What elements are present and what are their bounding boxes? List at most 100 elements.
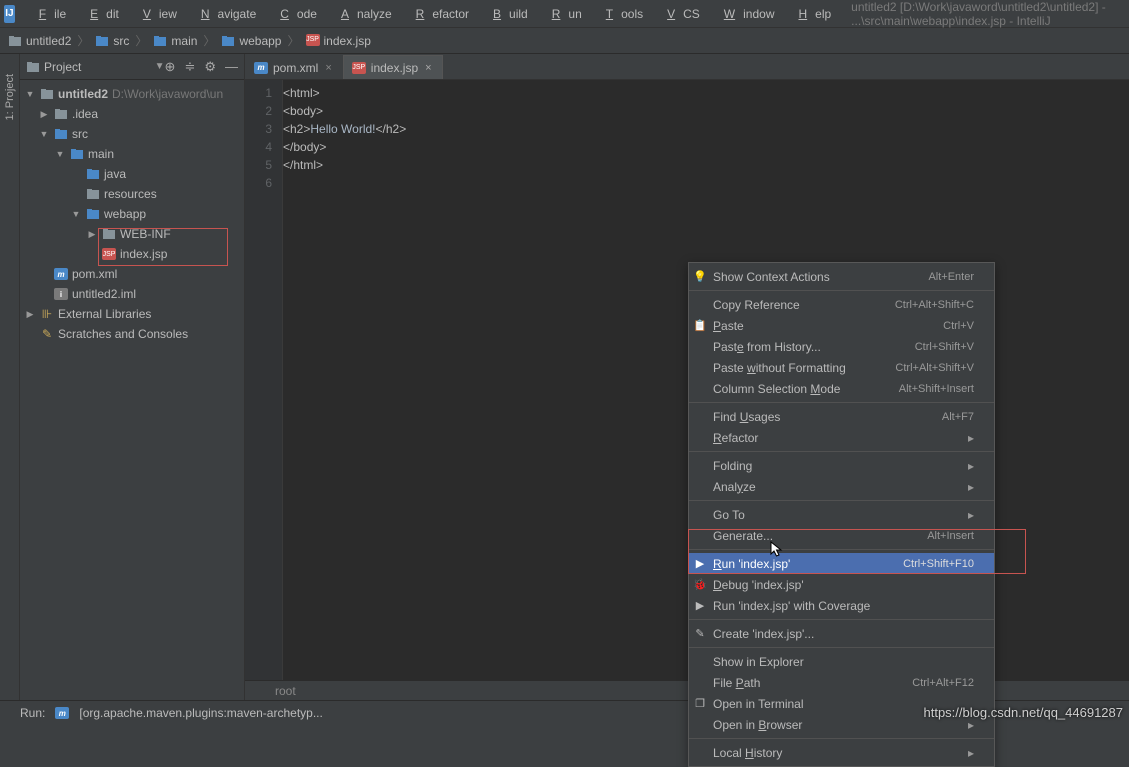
code-line[interactable]: <html> (283, 84, 1129, 102)
menu-run[interactable]: Run (536, 3, 590, 25)
ctx-refactor[interactable]: Refactor▸ (689, 427, 994, 448)
ctx-paste-without-formatting[interactable]: Paste without FormattingCtrl+Alt+Shift+V (689, 357, 994, 378)
editor-tabs: mpom.xml×JSPindex.jsp× (245, 54, 1129, 80)
project-tool-button[interactable]: 1: Project (4, 74, 16, 120)
tree-untitled2-iml[interactable]: iuntitled2.iml (20, 284, 244, 304)
ctx-copy-reference[interactable]: Copy ReferenceCtrl+Alt+Shift+C (689, 294, 994, 315)
cover-icon: ▶ (693, 599, 707, 613)
tree-src[interactable]: ▼src (20, 124, 244, 144)
line-gutter: 123456 (245, 80, 283, 680)
close-icon[interactable]: × (423, 62, 433, 74)
code-line[interactable]: </body> (283, 138, 1129, 156)
menu-tools[interactable]: Tools (590, 3, 651, 25)
breadcrumb-item[interactable]: JSPindex.jsp (302, 32, 375, 50)
tree-resources[interactable]: resources (20, 184, 244, 204)
scratch-icon: ✎ (40, 327, 54, 341)
select-opened-icon[interactable]: ⊕ (165, 59, 176, 75)
window-title: untitled2 [D:\Work\javaword\untitled2\un… (851, 0, 1125, 28)
run-task[interactable]: [org.apache.maven.plugins:maven-archetyp… (79, 706, 322, 720)
tree-main[interactable]: ▼main (20, 144, 244, 164)
menu-vcs[interactable]: VCS (651, 3, 708, 25)
left-gutter[interactable]: 1: Project (0, 54, 20, 700)
folder-icon (54, 107, 68, 121)
context-menu[interactable]: 💡Show Context ActionsAlt+Enter Copy Refer… (688, 262, 995, 767)
tree-webapp[interactable]: ▼webapp (20, 204, 244, 224)
menu-navigate[interactable]: Navigate (185, 3, 264, 25)
menu-window[interactable]: Window (708, 3, 783, 25)
ctx-generate-[interactable]: Generate...Alt+Insert (689, 525, 994, 546)
code-line[interactable]: </html> (283, 156, 1129, 174)
ctx-debug-index-jsp-[interactable]: 🐞Debug 'index.jsp' (689, 574, 994, 595)
folder-icon (102, 227, 116, 241)
ctx-run-index-jsp-[interactable]: ▶Run 'index.jsp'Ctrl+Shift+F10 (689, 553, 994, 574)
hide-icon[interactable]: — (225, 59, 238, 75)
i-icon: i (54, 287, 68, 301)
code-editor[interactable]: 123456 <html><body><h2>Hello World!</h2>… (245, 80, 1129, 680)
ctx-file-path[interactable]: File PathCtrl+Alt+F12 (689, 672, 994, 693)
menu-code[interactable]: Code (264, 3, 325, 25)
tree--idea[interactable]: ▶.idea (20, 104, 244, 124)
breadcrumb-item[interactable]: main (149, 32, 201, 50)
folder-blue-icon (153, 34, 167, 48)
m-icon: m (54, 267, 68, 281)
code-line[interactable]: <body> (283, 102, 1129, 120)
edit-icon: ✎ (693, 627, 707, 641)
folder-blue-icon (86, 167, 100, 181)
jsp-icon: JSP (306, 34, 320, 48)
tree-java[interactable]: java (20, 164, 244, 184)
tree-scratches-and-consoles[interactable]: ✎Scratches and Consoles (20, 324, 244, 344)
ctx-paste[interactable]: 📋PasteCtrl+V (689, 315, 994, 336)
ctx-analyze[interactable]: Analyze▸ (689, 476, 994, 497)
tab-index-jsp[interactable]: JSPindex.jsp× (343, 55, 443, 79)
folder-web-icon (221, 34, 235, 48)
menu-file[interactable]: File (23, 3, 74, 25)
tree-index-jsp[interactable]: JSPindex.jsp (20, 244, 244, 264)
editor-panel: mpom.xml×JSPindex.jsp× 123456 <html><bod… (245, 54, 1129, 700)
ctx-folding[interactable]: Folding▸ (689, 455, 994, 476)
ctx-create-index-jsp-[interactable]: ✎Create 'index.jsp'... (689, 623, 994, 644)
menu-build[interactable]: Build (477, 3, 536, 25)
expand-all-icon[interactable]: ≑ (184, 59, 195, 75)
tree-web-inf[interactable]: ▶WEB-INF (20, 224, 244, 244)
menu-analyze[interactable]: Analyze (325, 3, 400, 25)
ctx-local-history[interactable]: Local History▸ (689, 742, 994, 763)
tree-pom-xml[interactable]: mpom.xml (20, 264, 244, 284)
folder-icon (40, 87, 54, 101)
menu-edit[interactable]: Edit (74, 3, 127, 25)
tab-pom-xml[interactable]: mpom.xml× (245, 55, 343, 79)
jsp-icon: JSP (102, 247, 116, 261)
tree-untitled2[interactable]: ▼untitled2D:\Work\javaword\un (20, 84, 244, 104)
ctx-column-selection-mode[interactable]: Column Selection ModeAlt+Shift+Insert (689, 378, 994, 399)
ctx-run-index-jsp-with-coverage[interactable]: ▶Run 'index.jsp' with Coverage (689, 595, 994, 616)
jsp-icon: JSP (352, 62, 366, 74)
menu-view[interactable]: View (127, 3, 185, 25)
maven-icon: m (55, 707, 69, 719)
folder-blue-icon (70, 147, 84, 161)
bulb-icon: 💡 (693, 270, 707, 284)
code-line[interactable]: <h2>Hello World!</h2> (283, 120, 1129, 138)
project-tree[interactable]: ▼untitled2D:\Work\javaword\un▶.idea▼src▼… (20, 80, 244, 700)
ctx-find-usages[interactable]: Find UsagesAlt+F7 (689, 406, 994, 427)
ctx-show-context-actions[interactable]: 💡Show Context ActionsAlt+Enter (689, 266, 994, 287)
ctx-paste-from-history-[interactable]: Paste from History...Ctrl+Shift+V (689, 336, 994, 357)
tree-external-libraries[interactable]: ▶⊪External Libraries (20, 304, 244, 324)
run-label: Run: (20, 706, 45, 720)
folder-web-icon (86, 207, 100, 221)
chevron-down-icon[interactable]: ▼ (155, 61, 165, 72)
code-line[interactable] (283, 174, 1129, 192)
breadcrumb-item[interactable]: webapp (217, 32, 285, 50)
debug-icon: 🐞 (693, 578, 707, 592)
close-icon[interactable]: × (323, 62, 333, 74)
breadcrumb: untitled2〉src〉main〉webapp〉JSPindex.jsp (0, 28, 1129, 54)
mouse-cursor (770, 541, 784, 559)
menu-help[interactable]: Help (782, 3, 839, 25)
editor-status: root (245, 680, 1129, 700)
gear-icon[interactable]: ⚙ (204, 59, 216, 75)
menu-refactor[interactable]: Refactor (400, 3, 477, 25)
paste-icon: 📋 (693, 319, 707, 333)
breadcrumb-item[interactable]: src (91, 32, 133, 50)
breadcrumb-item[interactable]: untitled2 (4, 32, 75, 50)
ctx-go-to[interactable]: Go To▸ (689, 504, 994, 525)
ctx-show-in-explorer[interactable]: Show in Explorer (689, 651, 994, 672)
m-icon: m (254, 62, 268, 74)
